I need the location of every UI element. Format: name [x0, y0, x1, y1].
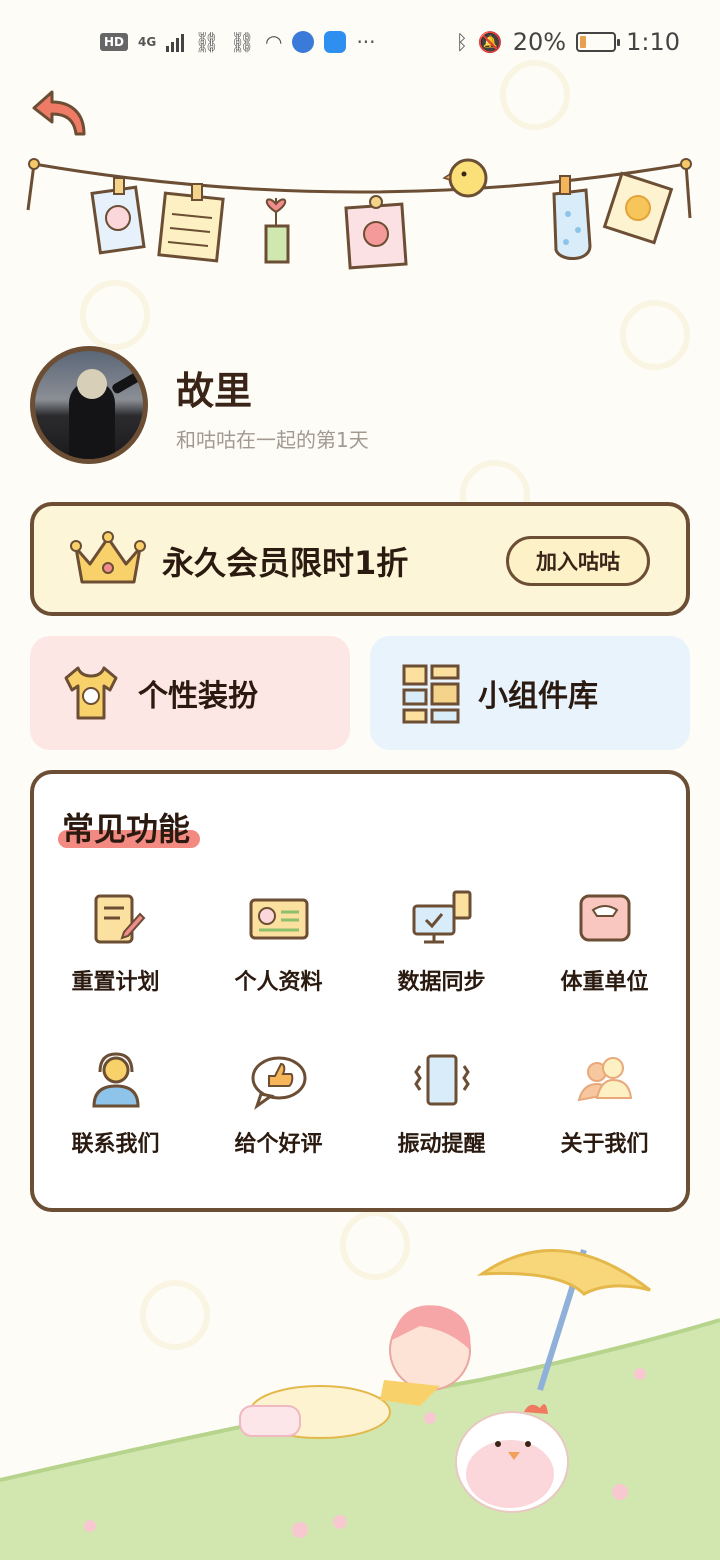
bluetooth-icon: ᛒ — [455, 30, 468, 54]
profile-info-button[interactable]: 个人资料 — [197, 888, 360, 996]
scale-icon — [579, 894, 630, 942]
rate-us-button[interactable]: 给个好评 — [197, 1050, 360, 1158]
weight-unit-button[interactable]: 体重单位 — [523, 888, 686, 996]
avatar-photo-arm — [110, 369, 143, 395]
common-functions-panel: 常见功能 重置计划 个人资料 数据同步 体重单位 联系我们 给个好评 振动提醒 … — [30, 770, 690, 1212]
weather-app-icon — [324, 31, 347, 53]
vibration-reminder-label: 振动提醒 — [397, 1132, 486, 1157]
vip-banner[interactable]: 永久会员限时1折 加入咕咕 — [30, 502, 690, 616]
thumbs-up-icon — [251, 1056, 306, 1110]
wifi-icon: ◠ — [265, 30, 283, 54]
status-bar: HD 4G ⛓ ⛓ ◠ ··· ᛒ 🔕 20% 1:10 — [0, 0, 720, 84]
signal-icon — [166, 32, 185, 52]
widget-library-label: 小组件库 — [478, 679, 598, 714]
join-button[interactable]: 加入咕咕 — [506, 536, 650, 586]
user-name[interactable]: 故里 — [176, 360, 252, 415]
link-icon: ⛓ — [194, 30, 220, 54]
contact-us-label: 联系我们 — [71, 1132, 160, 1157]
data-sync-label: 数据同步 — [397, 970, 486, 995]
link-icon: ⛓ — [229, 30, 255, 54]
grass-hill-illustration — [0, 1248, 720, 1560]
widget-icon — [402, 664, 460, 724]
mute-bell-icon: 🔕 — [477, 30, 503, 54]
contact-us-button[interactable]: 联系我们 — [34, 1050, 197, 1158]
clothesline-illustration — [26, 158, 692, 270]
reset-plan-label: 重置计划 — [71, 970, 160, 995]
tshirt-icon — [64, 666, 118, 720]
crown-icon — [70, 531, 146, 584]
battery-percent: 20% — [512, 28, 567, 56]
about-us-button[interactable]: 关于我们 — [523, 1050, 686, 1158]
common-functions-title: 常见功能 — [62, 810, 191, 848]
days-together-text: 和咕咕在一起的第1天 — [176, 428, 369, 452]
network-type: 4G — [138, 35, 157, 49]
vibration-reminder-button[interactable]: 振动提醒 — [360, 1050, 523, 1158]
avatar-photo-head — [77, 369, 107, 399]
rate-us-label: 给个好评 — [234, 1132, 323, 1157]
clock: 1:10 — [626, 28, 680, 56]
vip-promo-text: 永久会员限时1折 — [162, 544, 409, 582]
personal-dress-up-card[interactable]: 个性装扮 — [30, 636, 350, 750]
bg-flower-decoration — [80, 280, 150, 350]
vibrate-phone-icon — [413, 1054, 470, 1106]
hd-badge: HD — [100, 33, 129, 51]
about-us-label: 关于我们 — [560, 1132, 649, 1157]
back-arrow-icon[interactable] — [30, 88, 88, 138]
reset-plan-button[interactable]: 重置计划 — [34, 888, 197, 996]
widget-library-card[interactable]: 小组件库 — [370, 636, 690, 750]
headset-person-icon — [91, 1052, 140, 1108]
data-sync-button[interactable]: 数据同步 — [360, 888, 523, 996]
dress-up-label: 个性装扮 — [138, 679, 258, 714]
bg-flower-decoration — [620, 300, 690, 370]
browser-app-icon — [292, 31, 315, 53]
document-icon — [94, 894, 145, 944]
battery-icon — [576, 32, 621, 52]
people-icon — [577, 1057, 632, 1102]
more-notifications-icon: ··· — [356, 30, 376, 54]
function-grid: 重置计划 个人资料 数据同步 体重单位 联系我们 给个好评 振动提醒 关于我们 — [34, 888, 686, 1158]
monitor-sync-icon — [412, 890, 471, 944]
id-card-icon — [249, 898, 308, 940]
profile-info-label: 个人资料 — [234, 970, 323, 995]
weight-unit-label: 体重单位 — [560, 970, 649, 995]
avatar[interactable] — [30, 346, 148, 464]
